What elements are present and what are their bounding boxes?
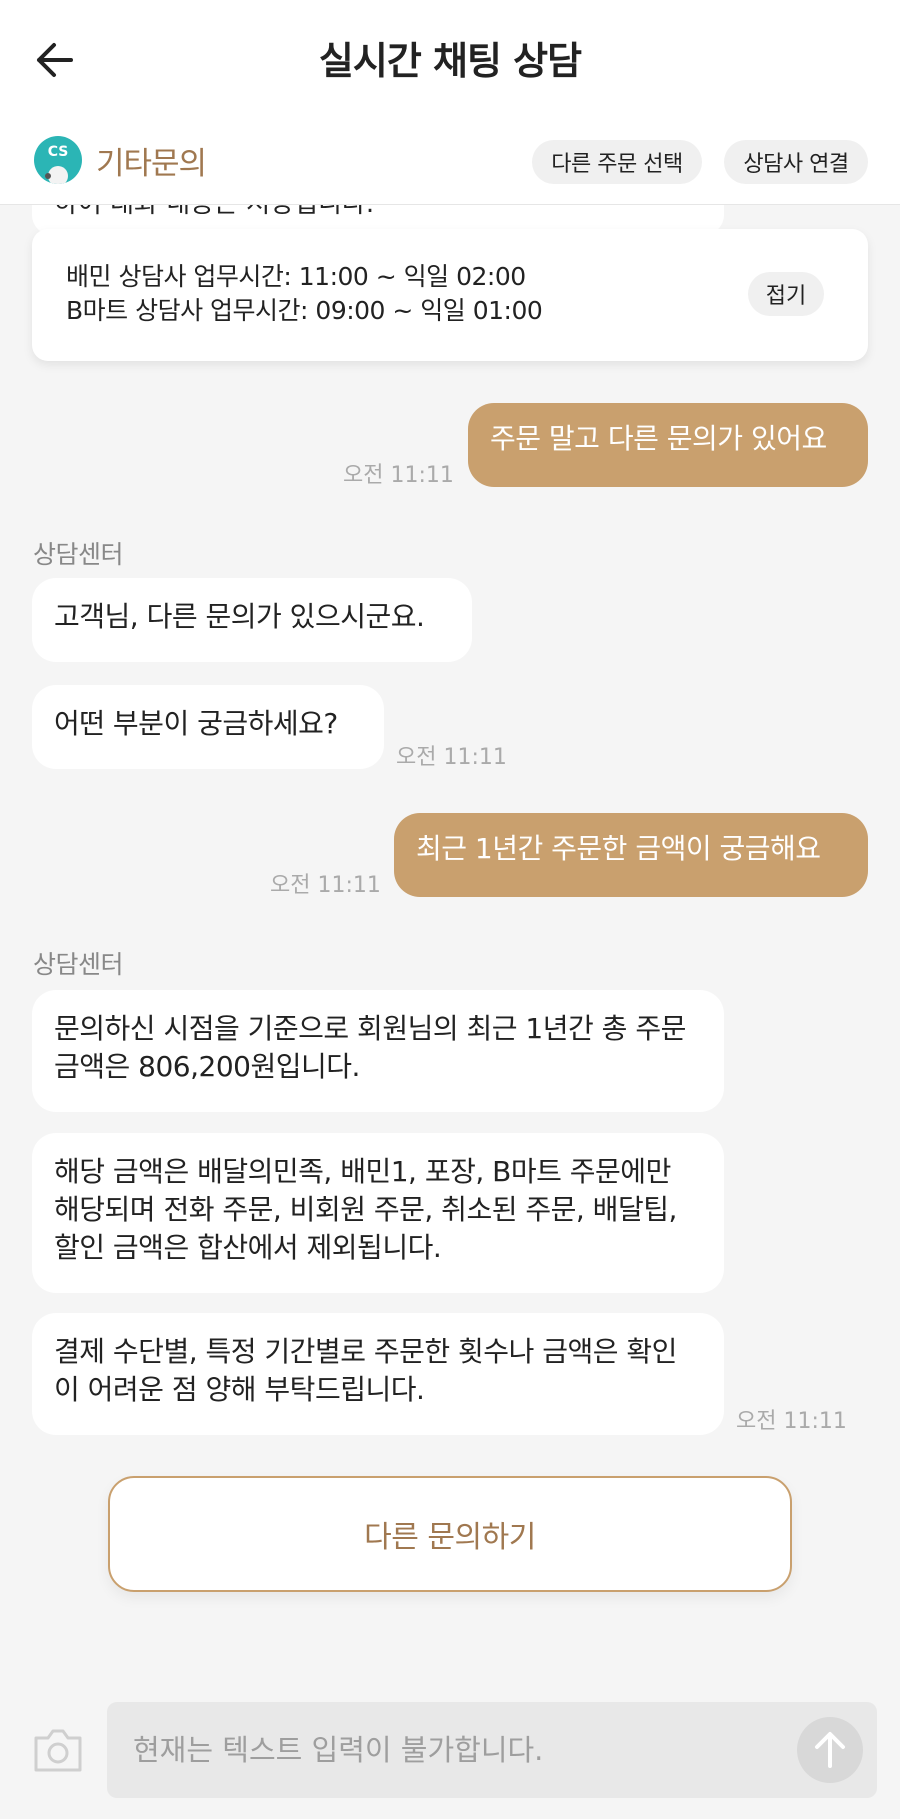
- chat-area[interactable]: 하여 대화 내용은 저장됩니다. 배민 상담사 업무시간: 11:00 ~ 익일…: [0, 205, 900, 1665]
- message-time: 오전 11:11: [396, 745, 507, 770]
- message-time: 오전 11:11: [270, 873, 381, 898]
- arrow-up-icon: [815, 1732, 845, 1768]
- baemin-hours: 배민 상담사 업무시간: 11:00 ~ 익일 02:00: [66, 262, 526, 291]
- inquiry-bar: CS 기타문의 다른 주문 선택 상담사 연결: [0, 120, 900, 205]
- header: 실시간 채팅 상담: [0, 0, 900, 120]
- bot-message: 문의하신 시점을 기준으로 회원님의 최근 1년간 총 주문금액은 806,20…: [32, 990, 724, 1112]
- connect-agent-button[interactable]: 상담사 연결: [724, 140, 868, 184]
- select-other-order-button[interactable]: 다른 주문 선택: [532, 140, 702, 184]
- bot-message: 어떤 부분이 궁금하세요?: [32, 685, 384, 769]
- camera-icon: [34, 1729, 82, 1772]
- bot-message: 결제 수단별, 특정 기간별로 주문한 횟수나 금액은 확인이 어려운 점 양해…: [32, 1313, 724, 1435]
- camera-button[interactable]: [30, 1724, 86, 1776]
- user-message: 주문 말고 다른 문의가 있어요: [468, 403, 868, 487]
- notice-text: 하여 대화 내용은 저장됩니다.: [54, 205, 374, 220]
- input-bar: [0, 1680, 900, 1819]
- headset-icon: [45, 166, 68, 184]
- bot-message: 해당 금액은 배달의민족, 배민1, 포장, B마트 주문에만 해당되며 전화 …: [32, 1133, 724, 1293]
- sender-name: 상담센터: [33, 950, 124, 979]
- message-time: 오전 11:11: [343, 463, 454, 488]
- message-time: 오전 11:11: [736, 1409, 847, 1434]
- sender-name: 상담센터: [33, 540, 124, 569]
- other-inquiry-button[interactable]: 다른 문의하기: [108, 1476, 792, 1592]
- bmart-hours: B마트 상담사 업무시간: 09:00 ~ 익일 01:00: [66, 296, 543, 325]
- fold-button[interactable]: 접기: [748, 272, 824, 316]
- user-message: 최근 1년간 주문한 금액이 궁금해요: [394, 813, 868, 897]
- business-hours-card: 배민 상담사 업무시간: 11:00 ~ 익일 02:00 B마트 상담사 업무…: [32, 229, 868, 361]
- inquiry-category: 기타문의: [96, 146, 207, 182]
- counselor-avatar: CS: [34, 136, 82, 184]
- send-button[interactable]: [797, 1717, 863, 1783]
- bot-message: 고객님, 다른 문의가 있으시군요.: [32, 578, 472, 662]
- message-input[interactable]: [107, 1702, 877, 1798]
- page-title: 실시간 채팅 상담: [318, 39, 582, 83]
